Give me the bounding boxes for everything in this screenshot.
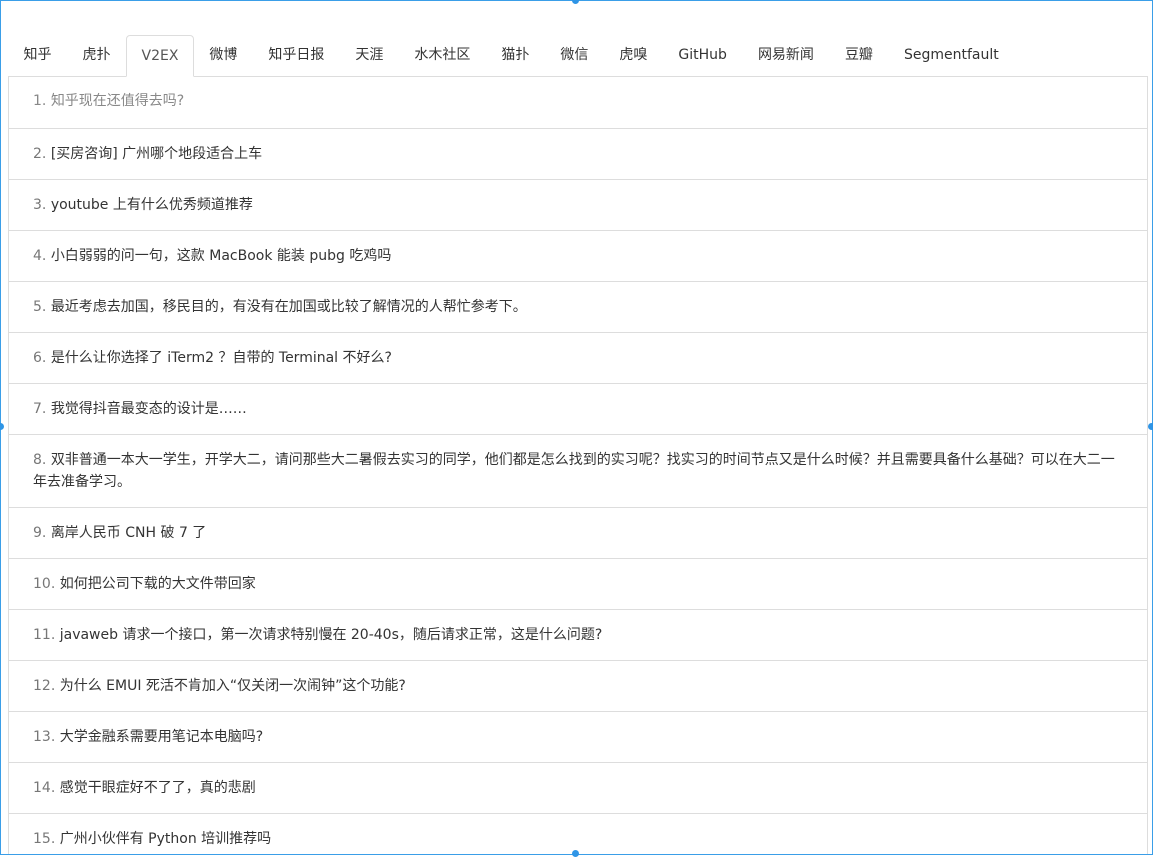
topic-list: 1. 知乎现在还值得去吗? 2. [买房咨询] 广州哪个地段适合上车 3. yout… xyxy=(8,77,1148,854)
list-item[interactable]: 4. 小白弱弱的问一句，这款 MacBook 能装 pubg 吃鸡吗 xyxy=(9,231,1147,282)
item-title-link[interactable]: 最近考虑去加国，移民目的，有没有在加国或比较了解情况的人帮忙参考下。 xyxy=(51,299,527,315)
item-number: 8. xyxy=(33,452,47,468)
list-item[interactable]: 9. 离岸人民币 CNH 破 7 了 xyxy=(9,508,1147,559)
list-item[interactable]: 8. 双非普通一本大一学生，开学大二，请问那些大二暑假去实习的同学，他们都是怎么… xyxy=(9,435,1147,508)
list-item[interactable]: 5. 最近考虑去加国，移民目的，有没有在加国或比较了解情况的人帮忙参考下。 xyxy=(9,282,1147,333)
item-number: 5. xyxy=(33,299,47,315)
tab-猫扑[interactable]: 猫扑 xyxy=(486,35,545,76)
tab-虎嗅[interactable]: 虎嗅 xyxy=(604,35,663,76)
list-item[interactable]: 10. 如何把公司下载的大文件带回家 xyxy=(9,559,1147,610)
tab-segmentfault[interactable]: Segmentfault xyxy=(888,35,1014,76)
list-item[interactable]: 14. 感觉干眼症好不了了，真的悲剧 xyxy=(9,763,1147,814)
tab-微博[interactable]: 微博 xyxy=(194,35,253,76)
item-number: 1. xyxy=(33,93,47,109)
tab-天涯[interactable]: 天涯 xyxy=(340,35,399,76)
list-item[interactable]: 1. 知乎现在还值得去吗? xyxy=(9,77,1147,129)
tab-知乎日报[interactable]: 知乎日报 xyxy=(253,35,340,76)
tab-v2ex[interactable]: V2EX xyxy=(126,35,194,77)
item-title-link[interactable]: 我觉得抖音最变态的设计是…… xyxy=(51,401,247,417)
item-title-link[interactable]: javaweb 请求一个接口，第一次请求特别慢在 20-40s，随后请求正常，这… xyxy=(60,627,603,643)
app-frame: 知乎 虎扑 V2EX 微博 知乎日报 天涯 水木社区 猫扑 微信 虎嗅 GitHub 网易新闻 豆瓣 Se… xyxy=(0,0,1153,855)
source-tabs: 知乎 虎扑 V2EX 微博 知乎日报 天涯 水木社区 猫扑 微信 虎嗅 GitHub 网易新闻 豆瓣 Se… xyxy=(8,35,1148,77)
list-item[interactable]: 13. 大学金融系需要用笔记本电脑吗? xyxy=(9,712,1147,763)
tab-github[interactable]: GitHub xyxy=(663,35,743,76)
item-title-link[interactable]: [买房咨询] 广州哪个地段适合上车 xyxy=(51,146,262,162)
list-item[interactable]: 12. 为什么 EMUI 死活不肯加入“仅关闭一次闹钟”这个功能? xyxy=(9,661,1147,712)
item-number: 10. xyxy=(33,576,56,592)
item-number: 15. xyxy=(33,831,56,847)
item-number: 3. xyxy=(33,197,47,213)
item-title-link[interactable]: 为什么 EMUI 死活不肯加入“仅关闭一次闹钟”这个功能? xyxy=(60,678,406,694)
item-title-link[interactable]: 大学金融系需要用笔记本电脑吗? xyxy=(60,729,263,745)
item-number: 2. xyxy=(33,146,47,162)
list-item[interactable]: 6. 是什么让你选择了 iTerm2 ？自带的 Terminal 不好么? xyxy=(9,333,1147,384)
item-title-link[interactable]: 广州小伙伴有 Python 培训推荐吗 xyxy=(60,831,271,847)
list-item[interactable]: 15. 广州小伙伴有 Python 培训推荐吗 xyxy=(9,814,1147,854)
resize-handle-bottom[interactable] xyxy=(572,850,579,857)
tab-虎扑[interactable]: 虎扑 xyxy=(67,35,126,76)
item-title-link[interactable]: 感觉干眼症好不了了，真的悲剧 xyxy=(60,780,256,796)
item-number: 13. xyxy=(33,729,56,745)
item-number: 7. xyxy=(33,401,47,417)
item-title-link[interactable]: 是什么让你选择了 iTerm2 ？自带的 Terminal 不好么? xyxy=(51,350,392,366)
item-number: 14. xyxy=(33,780,56,796)
item-number: 6. xyxy=(33,350,47,366)
item-number: 11. xyxy=(33,627,56,643)
tab-水木社区[interactable]: 水木社区 xyxy=(399,35,486,76)
item-number: 9. xyxy=(33,525,47,541)
list-item[interactable]: 2. [买房咨询] 广州哪个地段适合上车 xyxy=(9,129,1147,180)
list-item[interactable]: 11. javaweb 请求一个接口，第一次请求特别慢在 20-40s，随后请求… xyxy=(9,610,1147,661)
item-number: 4. xyxy=(33,248,47,264)
list-item[interactable]: 3. youtube 上有什么优秀频道推荐 xyxy=(9,180,1147,231)
item-title-link[interactable]: youtube 上有什么优秀频道推荐 xyxy=(51,197,253,213)
item-title-link[interactable]: 离岸人民币 CNH 破 7 了 xyxy=(51,525,206,541)
item-title-link[interactable]: 小白弱弱的问一句，这款 MacBook 能装 pubg 吃鸡吗 xyxy=(51,248,392,264)
item-number: 12. xyxy=(33,678,56,694)
item-title-link[interactable]: 双非普通一本大一学生，开学大二，请问那些大二暑假去实习的同学，他们都是怎么找到的… xyxy=(33,452,1115,490)
list-item[interactable]: 7. 我觉得抖音最变态的设计是…… xyxy=(9,384,1147,435)
resize-handle-right[interactable] xyxy=(1148,423,1153,430)
tab-微信[interactable]: 微信 xyxy=(545,35,604,76)
item-title-link[interactable]: 如何把公司下载的大文件带回家 xyxy=(60,576,256,592)
tab-知乎[interactable]: 知乎 xyxy=(8,35,67,76)
tab-网易新闻[interactable]: 网易新闻 xyxy=(742,35,829,76)
item-title-link[interactable]: 知乎现在还值得去吗? xyxy=(51,93,184,109)
tab-豆瓣[interactable]: 豆瓣 xyxy=(829,35,888,76)
